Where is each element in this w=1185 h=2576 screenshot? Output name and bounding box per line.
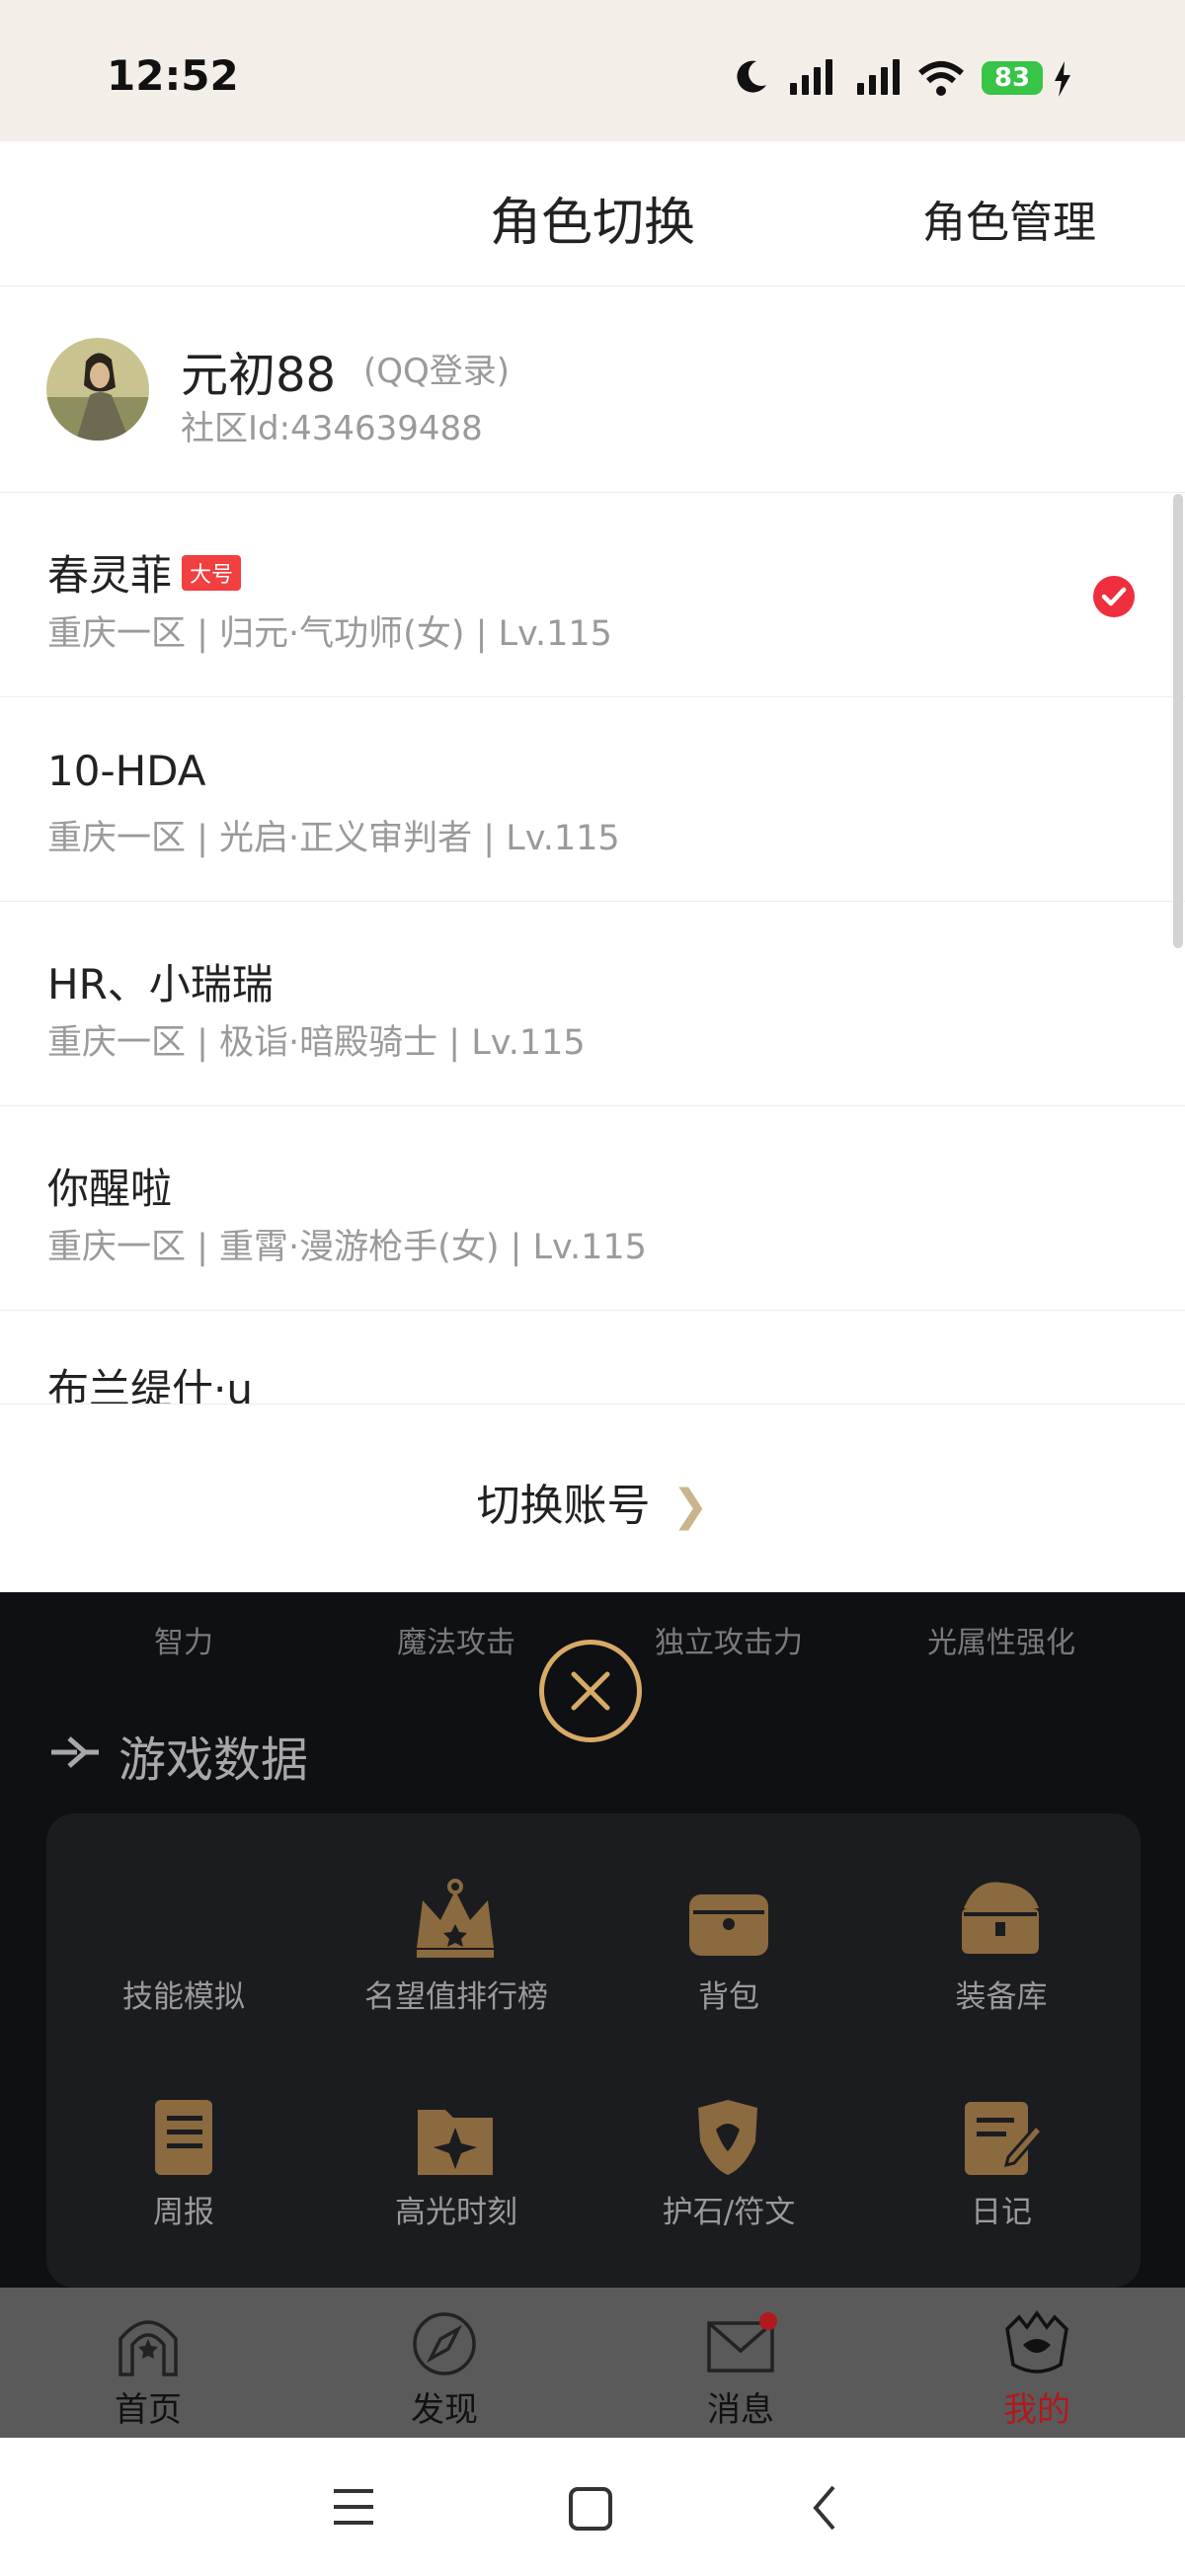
tab-label: 首页 — [115, 2390, 182, 2430]
compass-icon — [413, 2312, 476, 2375]
menu-icon[interactable] — [332, 2485, 377, 2529]
main-account-badge: 大号 — [182, 554, 242, 591]
wifi-icon — [918, 61, 964, 96]
login-type: (QQ登录) — [363, 352, 511, 391]
home-arch-icon — [118, 2320, 178, 2376]
home-square-icon[interactable] — [567, 2485, 614, 2533]
shield-icon[interactable] — [686, 2096, 769, 2181]
equipment-label[interactable]: 装备库 — [865, 1972, 1138, 2016]
avatar — [46, 338, 149, 441]
talisman-rune-label[interactable]: 护石/符文 — [592, 2187, 865, 2231]
crown-icon[interactable] — [411, 1879, 500, 1964]
character-name: HR、小瑞瑞 — [47, 960, 274, 1008]
mail-icon — [707, 2312, 777, 2373]
character-row[interactable]: 春灵菲 大号 重庆一区 | 归元·气功师(女) | Lv.115 — [0, 493, 1185, 697]
character-name: 春灵菲 大号 — [47, 542, 242, 603]
fame-ranking-label[interactable]: 名望值排行榜 — [320, 1972, 592, 2016]
diary-icon[interactable] — [959, 2096, 1042, 2181]
folder-star-icon[interactable] — [414, 2096, 497, 2181]
chevron-right-icon: ❯ — [672, 1481, 709, 1531]
tab-discover[interactable]: 发现 — [296, 2288, 592, 2438]
character-row[interactable]: HR、小瑞瑞 重庆一区 | 极诣·暗殿骑士 | Lv.115 — [0, 902, 1185, 1106]
weekly-report-label[interactable]: 周报 — [47, 2187, 320, 2231]
character-row[interactable]: 你醒啦 重庆一区 | 重霄·漫游枪手(女) | Lv.115 — [0, 1106, 1185, 1311]
diary-label[interactable]: 日记 — [865, 2187, 1138, 2231]
character-info: 重庆一区 | 归元·气功师(女) | Lv.115 — [47, 614, 612, 654]
tab-messages[interactable]: 消息 — [592, 2288, 889, 2438]
tab-label: 我的 — [1003, 2390, 1070, 2430]
stat-label: 智力 — [154, 1626, 213, 1660]
character-list: 春灵菲 大号 重庆一区 | 归元·气功师(女) | Lv.115 10-HDA 重… — [0, 493, 1185, 1404]
header: 角色切换 角色管理 — [0, 141, 1185, 286]
highlights-label[interactable]: 高光时刻 — [320, 2187, 592, 2231]
battery-indicator: 83 — [982, 61, 1043, 95]
signal-5g-icon-2 — [857, 55, 900, 95]
character-row[interactable]: 布兰缇什·u — [0, 1311, 1185, 1404]
charging-icon — [1055, 61, 1070, 97]
character-name: 布兰缇什·u — [47, 1365, 253, 1404]
skill-sim-label[interactable]: 技能模拟 — [47, 1972, 320, 2016]
bag-label[interactable]: 背包 — [592, 1972, 865, 2016]
close-button[interactable] — [539, 1640, 642, 1742]
list-scrollbar[interactable] — [1173, 494, 1183, 948]
tab-label: 发现 — [411, 2390, 478, 2430]
profile-crest-icon — [1005, 2309, 1068, 2374]
game-data-panel: 技能模拟 名望值排行榜 背包 装备库 周报 高光时刻 护石/符文 日记 — [46, 1813, 1141, 2288]
chest-icon[interactable] — [956, 1873, 1045, 1962]
character-info: 重庆一区 | 光启·正义审判者 | Lv.115 — [47, 819, 620, 858]
community-id: 社区Id:434639488 — [181, 409, 483, 448]
character-name: 你醒啦 — [47, 1165, 173, 1213]
scroll-icon[interactable] — [141, 2096, 224, 2181]
account-name: 元初88 — [181, 348, 337, 403]
manage-roles-button[interactable]: 角色管理 — [922, 187, 1096, 250]
account-info: 元初88 (QQ登录) 社区Id:434639488 — [0, 286, 1185, 493]
tab-home[interactable]: 首页 — [0, 2288, 296, 2438]
switch-account-button[interactable]: 切换账号 ❯ — [0, 1470, 1185, 1533]
signal-5g-icon — [790, 55, 832, 95]
section-arrow-icon — [51, 1736, 99, 1768]
character-row[interactable]: 10-HDA 重庆一区 | 光启·正义审判者 | Lv.115 — [0, 697, 1185, 902]
switch-account-area: 切换账号 ❯ — [0, 1404, 1185, 1593]
character-info: 重庆一区 | 极诣·暗殿骑士 | Lv.115 — [47, 1023, 586, 1063]
tab-label: 消息 — [707, 2390, 774, 2430]
tab-mine[interactable]: 我的 — [889, 2288, 1185, 2438]
back-icon[interactable] — [810, 2483, 839, 2533]
character-name: 10-HDA — [47, 747, 206, 795]
system-nav-bar — [0, 2438, 1185, 2576]
status-time: 12:52 — [107, 51, 239, 100]
status-bar: 12:52 83 — [0, 0, 1185, 141]
character-info: 重庆一区 | 重霄·漫游枪手(女) | Lv.115 — [47, 1228, 647, 1267]
bottom-tab-bar: 首页 发现 消息 我的 — [0, 2288, 1185, 2438]
bag-icon[interactable] — [683, 1883, 774, 1962]
section-title: 游戏数据 — [118, 1732, 309, 1788]
selected-check-icon — [1093, 576, 1135, 617]
stat-label: 光属性强化 — [927, 1626, 1075, 1660]
moon-icon — [737, 60, 766, 93]
close-icon — [571, 1671, 610, 1711]
